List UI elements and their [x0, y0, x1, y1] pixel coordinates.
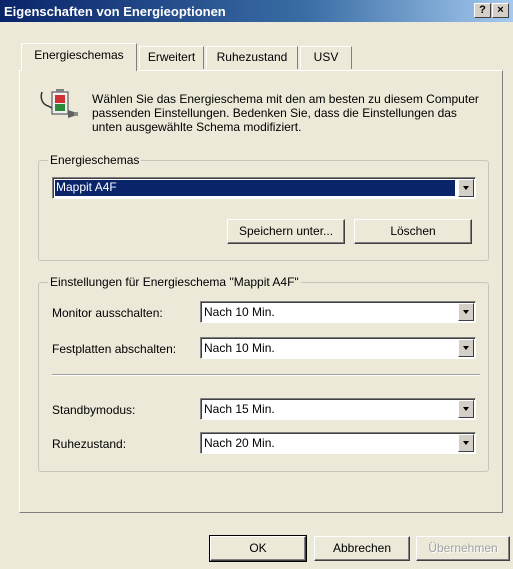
help-icon: ?	[479, 4, 486, 16]
tab-ruhezustand[interactable]: Ruhezustand	[206, 46, 298, 69]
tab-erweitert[interactable]: Erweitert	[139, 46, 204, 69]
hibernate-select-value: Nach 20 Min.	[204, 436, 275, 450]
chevron-down-icon[interactable]	[458, 339, 474, 357]
tab-energieschemas[interactable]: Energieschemas	[21, 43, 137, 71]
power-plug-icon	[40, 89, 78, 118]
chevron-down-icon[interactable]	[458, 400, 474, 418]
hibernate-select[interactable]: Nach 20 Min.	[200, 432, 476, 454]
settings-legend: Einstellungen für Energieschema "Mappit …	[48, 275, 301, 289]
delete-button[interactable]: Löschen	[354, 219, 472, 244]
monitor-select[interactable]: Nach 10 Min.	[200, 301, 476, 323]
tab-usv[interactable]: USV	[300, 46, 352, 69]
divider	[52, 374, 480, 376]
tab-label: Ruhezustand	[216, 50, 288, 64]
close-button[interactable]: ×	[492, 3, 509, 18]
monitor-label: Monitor ausschalten:	[52, 306, 163, 320]
scheme-select[interactable]: Mappit A4F	[52, 177, 476, 199]
schemes-group	[38, 160, 489, 261]
tab-label: USV	[313, 50, 339, 64]
tab-label: Erweitert	[147, 50, 196, 64]
title-bar[interactable]: Eigenschaften von Energieoptionen ? ×	[0, 0, 513, 22]
hibernate-label: Ruhezustand:	[52, 437, 127, 451]
scheme-select-value: Mappit A4F	[55, 180, 455, 196]
save-as-button[interactable]: Speichern unter...	[227, 219, 345, 244]
ok-button[interactable]: OK	[209, 535, 307, 562]
description-text: Wählen Sie das Energieschema mit den am …	[92, 92, 479, 134]
window-title: Eigenschaften von Energieoptionen	[4, 4, 226, 19]
harddisk-label: Festplatten abschalten:	[52, 342, 177, 356]
apply-button[interactable]: Übernehmen	[416, 536, 510, 561]
chevron-down-icon[interactable]	[458, 179, 474, 197]
schemes-legend: Energieschemas	[48, 153, 142, 167]
chevron-down-icon[interactable]	[458, 434, 474, 452]
standby-label: Standbymodus:	[52, 403, 136, 417]
close-icon: ×	[497, 4, 504, 16]
harddisk-select-value: Nach 10 Min.	[204, 341, 275, 355]
help-button[interactable]: ?	[474, 3, 491, 18]
chevron-down-icon[interactable]	[458, 303, 474, 321]
cancel-button[interactable]: Abbrechen	[314, 536, 410, 561]
tab-label: Energieschemas	[34, 48, 124, 62]
standby-select-value: Nach 15 Min.	[204, 402, 275, 416]
harddisk-select[interactable]: Nach 10 Min.	[200, 337, 476, 359]
standby-select[interactable]: Nach 15 Min.	[200, 398, 476, 420]
monitor-select-value: Nach 10 Min.	[204, 305, 275, 319]
